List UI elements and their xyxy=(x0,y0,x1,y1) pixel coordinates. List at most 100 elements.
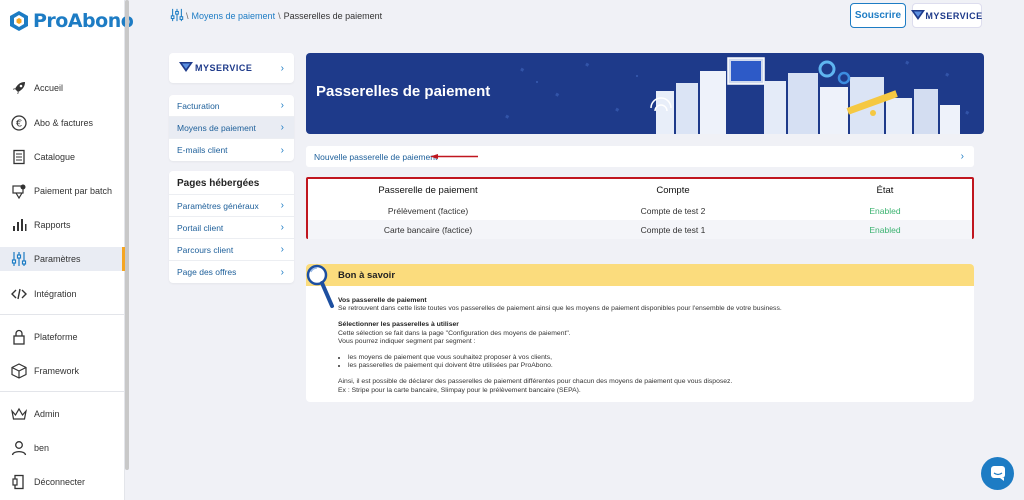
nav-separator xyxy=(0,314,125,315)
breadcrumb-current: Passerelles de paiement xyxy=(283,11,383,21)
table-header: Passerelle de paiement Compte État xyxy=(308,179,972,201)
help-content: Vos passerelle de paiement Se retrouvent… xyxy=(306,286,974,395)
nav-rapports-label: Rapports xyxy=(34,220,71,230)
logout-icon xyxy=(10,473,28,491)
nav-plateforme-label: Plateforme xyxy=(34,332,78,342)
batch-payment-icon xyxy=(10,182,28,200)
chevron-right-icon: › xyxy=(280,62,284,74)
help-section-title: Vos passerelle de paiement xyxy=(338,297,427,304)
table-row[interactable]: Carte bancaire (factice) Compte de test … xyxy=(308,220,972,239)
rocket-icon xyxy=(10,79,28,97)
nav-catalogue-label: Catalogue xyxy=(34,152,76,162)
chevron-right-icon: › xyxy=(280,144,284,156)
chevron-right-icon: › xyxy=(280,222,284,233)
nav-abo-factures[interactable]: € Abo & factures xyxy=(0,111,125,135)
hosted-pages-title: Pages hébergées xyxy=(169,171,294,195)
nav-plateforme[interactable]: Plateforme xyxy=(0,325,125,349)
business-switcher[interactable]: MYSERVICE › xyxy=(169,53,294,83)
business-brand: MYSERVICE xyxy=(179,62,252,74)
page-title: Passerelles de paiement xyxy=(316,83,491,100)
nav-integration[interactable]: Intégration xyxy=(0,282,125,306)
menu-moyens-paiement[interactable]: Moyens de paiement › xyxy=(169,117,294,139)
column-header-account[interactable]: Compte xyxy=(548,185,798,196)
breadcrumb: \ Moyens de paiement \ Passerelles de pa… xyxy=(170,8,382,24)
breadcrumb-separator: \ xyxy=(186,11,189,21)
sliders-icon xyxy=(170,8,184,24)
gateway-status: Enabled xyxy=(869,224,901,235)
nav-framework-label: Framework xyxy=(34,366,80,376)
breadcrumb-link-moyens-paiement[interactable]: Moyens de paiement xyxy=(192,11,276,21)
subscribe-button[interactable]: Souscrire xyxy=(850,3,906,28)
help-text: Vous pourrez indiquer segment par segmen… xyxy=(338,337,476,345)
chevron-right-icon: › xyxy=(280,244,284,255)
menu-parametres-generaux-label: Paramètres généraux xyxy=(177,200,259,211)
nav-user-label: ben xyxy=(34,443,50,453)
nav-catalogue[interactable]: Catalogue xyxy=(0,145,125,169)
menu-page-offres[interactable]: Page des offres › xyxy=(169,261,294,283)
chevron-right-icon: › xyxy=(280,100,284,111)
nav-integration-label: Intégration xyxy=(34,289,77,299)
breadcrumb-separator: \ xyxy=(278,11,281,21)
nav-separator xyxy=(0,391,125,392)
sidebar: ProAbono Accueil € Abo & factures Catalo… xyxy=(0,0,134,500)
gateway-status: Enabled xyxy=(869,205,901,216)
column-header-gateway[interactable]: Passerelle de paiement xyxy=(308,185,548,196)
menu-emails-client[interactable]: E-mails client › xyxy=(169,139,294,161)
gateway-account: Compte de test 1 xyxy=(640,224,706,235)
svg-text:€: € xyxy=(16,119,22,130)
help-text: Cette sélection se fait dans la page "Co… xyxy=(338,329,571,337)
new-gateway-link[interactable]: Nouvelle passerelle de paiement › xyxy=(306,146,974,167)
menu-portail-client[interactable]: Portail client › xyxy=(169,217,294,239)
chat-icon xyxy=(990,465,1006,483)
myservice-logo-icon xyxy=(911,9,926,22)
nav-deconnecter-label: Déconnecter xyxy=(34,477,86,487)
help-panel: Bon à savoir Vos passerelle de paiement … xyxy=(306,264,974,402)
nav-admin-label: Admin xyxy=(34,409,60,419)
menu-page-offres-label: Page des offres xyxy=(177,267,237,277)
chevron-right-icon: › xyxy=(960,151,964,162)
nav-deconnecter[interactable]: Déconnecter xyxy=(0,470,125,494)
nav-parametres-label: Paramètres xyxy=(34,254,81,264)
nav-paiement-batch-label: Paiement par batch xyxy=(34,186,113,196)
nav-rapports[interactable]: Rapports xyxy=(0,213,125,237)
help-bullet: les moyens de paiement que vous souhaite… xyxy=(348,354,974,362)
help-bullet: les passerelles de paiement qui doivent … xyxy=(348,362,974,370)
nav-paiement-batch[interactable]: Paiement par batch xyxy=(0,179,125,203)
menu-parcours-client-label: Parcours client xyxy=(177,244,234,255)
chat-button[interactable] xyxy=(981,457,1014,490)
help-text: Se retrouvent dans cette liste toutes vo… xyxy=(338,305,782,313)
menu-facturation[interactable]: Facturation › xyxy=(169,95,294,117)
business-brand-label: MYSERVICE xyxy=(195,63,253,73)
catalog-icon xyxy=(10,148,28,166)
app-name: ProAbono xyxy=(33,10,134,32)
nav-user[interactable]: ben xyxy=(0,436,125,460)
page-banner: Passerelles de paiement xyxy=(306,53,984,134)
settings-menu: Facturation › Moyens de paiement › E-mails… xyxy=(169,95,294,161)
new-gateway-label: Nouvelle passerelle de paiement xyxy=(314,151,438,162)
nav-admin[interactable]: Admin xyxy=(0,402,125,426)
red-arrow-annotation-icon xyxy=(430,154,478,159)
sliders-icon xyxy=(10,250,28,268)
myservice-logo-icon xyxy=(179,62,193,74)
menu-moyens-paiement-label: Moyens de paiement xyxy=(177,122,256,133)
menu-parametres-generaux[interactable]: Paramètres généraux › xyxy=(169,195,294,217)
cube-icon xyxy=(10,362,28,380)
chevron-right-icon: › xyxy=(280,122,284,133)
app-logo[interactable]: ProAbono xyxy=(10,10,134,32)
nav-parametres[interactable]: Paramètres xyxy=(0,247,125,271)
gateways-table: Passerelle de paiement Compte État Prélè… xyxy=(306,177,974,239)
magnifier-icon xyxy=(306,264,334,308)
help-text: Ainsi, il est possible de déclarer des p… xyxy=(338,378,733,386)
sidebar-scrollbar[interactable] xyxy=(125,0,129,470)
euro-icon: € xyxy=(10,114,28,132)
nav-framework[interactable]: Framework xyxy=(0,359,125,383)
hosted-pages-menu: Pages hébergées Paramètres généraux › Por… xyxy=(169,171,294,283)
column-header-state[interactable]: État xyxy=(798,185,972,196)
help-title: Bon à savoir xyxy=(306,264,974,286)
nav-accueil[interactable]: Accueil xyxy=(0,76,125,100)
menu-parcours-client[interactable]: Parcours client › xyxy=(169,239,294,261)
table-row[interactable]: Prélèvement (factice) Compte de test 2 E… xyxy=(308,201,972,220)
proabono-logo-icon xyxy=(10,11,28,31)
code-icon xyxy=(10,285,28,303)
business-selector-button[interactable]: MYSERVICE xyxy=(911,3,982,28)
